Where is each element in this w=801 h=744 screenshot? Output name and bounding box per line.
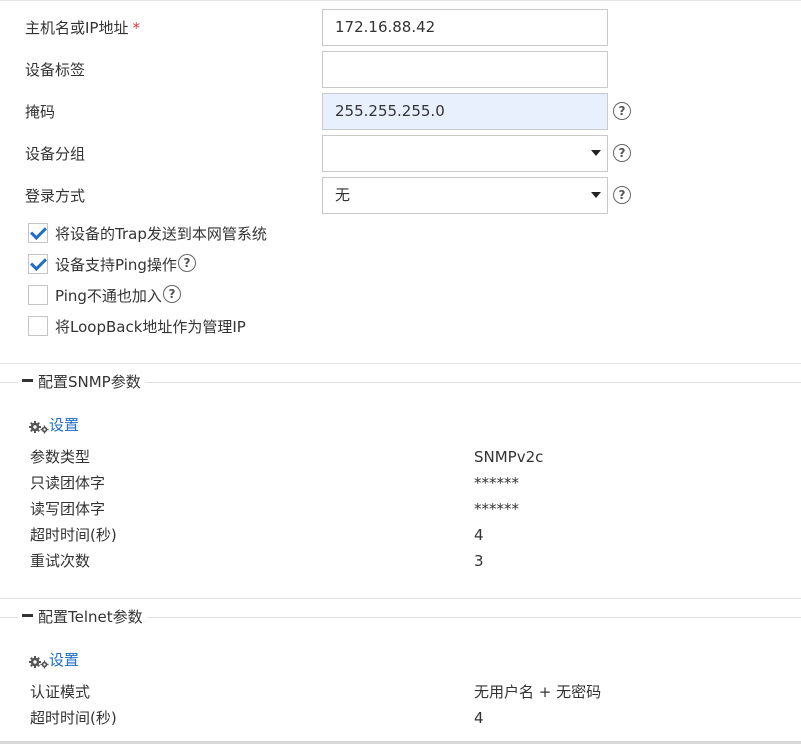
snmp-row-retries: 重试次数 3	[0, 548, 801, 574]
snmp-row-key: 参数类型	[30, 448, 91, 466]
minus-icon[interactable]	[22, 379, 33, 382]
ping-fail-add-help-icon[interactable]: ?	[162, 285, 181, 303]
snmp-row-key: 读写团体字	[30, 500, 106, 518]
divider	[0, 363, 801, 364]
login-method-help-icon[interactable]: ?	[613, 186, 631, 204]
snmp-section-title: 配置SNMP参数	[38, 373, 141, 391]
ping-support-help-icon[interactable]: ?	[177, 254, 196, 272]
host-label: 主机名或IP地址 *	[25, 19, 140, 37]
minus-icon[interactable]	[22, 614, 33, 617]
telnet-row-value: 无用户名 + 无密码	[474, 683, 602, 701]
chevron-down-icon	[591, 150, 601, 156]
ping-support-checkbox-label: 设备支持Ping操作	[55, 256, 177, 274]
mask-label: 掩码	[25, 103, 56, 121]
gear-icon	[29, 653, 49, 668]
snmp-row-write-community: 读写团体字 ******	[0, 496, 801, 522]
loopback-checkbox-label: 将LoopBack地址作为管理IP	[55, 318, 246, 336]
check-icon	[30, 254, 47, 271]
snmp-row-value: SNMPv2c	[474, 448, 544, 466]
snmp-row-key: 超时时间(秒)	[30, 526, 117, 544]
host-input[interactable]: 172.16.88.42	[322, 9, 608, 46]
snmp-section-legend[interactable]: 配置SNMP参数	[18, 370, 145, 394]
telnet-row-key: 认证模式	[30, 683, 91, 701]
ping-support-label-wrap: 设备支持Ping操作?	[55, 253, 196, 277]
loopback-checkbox[interactable]	[28, 316, 48, 336]
snmp-settings-label: 设置	[49, 416, 80, 434]
telnet-row-value: 4	[474, 709, 484, 727]
form-row-device-tag: 设备标签	[0, 51, 801, 89]
device-group-help-icon[interactable]: ?	[613, 144, 631, 162]
snmp-row-value: 3	[474, 552, 484, 570]
telnet-section-title: 配置Telnet参数	[38, 608, 143, 626]
ping-fail-add-checkbox[interactable]	[28, 285, 48, 305]
telnet-settings-link[interactable]: 设置	[29, 649, 79, 671]
snmp-row-key: 重试次数	[30, 552, 91, 570]
telnet-row-timeout: 超时时间(秒) 4	[0, 705, 801, 731]
check-icon	[30, 223, 47, 240]
form-row-mask: 掩码 255.255.255.0 ?	[0, 93, 801, 131]
telnet-settings-label: 设置	[49, 651, 80, 669]
gear-icon	[29, 418, 49, 433]
mask-help-icon[interactable]: ?	[613, 102, 631, 120]
login-method-label: 登录方式	[25, 187, 86, 205]
device-group-label: 设备分组	[25, 145, 86, 163]
snmp-settings-link[interactable]: 设置	[29, 414, 79, 436]
snmp-row-key: 只读团体字	[30, 474, 106, 492]
login-method-value: 无	[335, 186, 351, 204]
trap-checkbox[interactable]	[28, 223, 48, 243]
top-divider	[0, 0, 801, 1]
divider	[0, 598, 801, 599]
device-group-select[interactable]	[322, 135, 608, 172]
snmp-section-header[interactable]: 配置SNMP参数	[0, 370, 801, 394]
ping-support-checkbox[interactable]	[28, 254, 48, 274]
form-row-login-method: 登录方式 无 ?	[0, 177, 801, 215]
snmp-row-value: ******	[474, 500, 519, 518]
form-row-device-group: 设备分组 ?	[0, 135, 801, 173]
form-row-host: 主机名或IP地址 * 172.16.88.42	[0, 9, 801, 47]
snmp-row-value: 4	[474, 526, 484, 544]
telnet-row-key: 超时时间(秒)	[30, 709, 117, 727]
device-tag-label: 设备标签	[25, 61, 86, 79]
snmp-row-param-type: 参数类型 SNMPv2c	[0, 444, 801, 470]
trap-checkbox-label: 将设备的Trap发送到本网管系统	[55, 225, 267, 243]
snmp-row-value: ******	[474, 474, 519, 492]
chevron-down-icon	[591, 192, 601, 198]
telnet-row-auth-mode: 认证模式 无用户名 + 无密码	[0, 679, 801, 705]
mask-input[interactable]: 255.255.255.0	[322, 93, 608, 130]
required-mark: *	[132, 19, 140, 37]
ping-fail-add-checkbox-label: Ping不通也加入	[55, 287, 162, 305]
telnet-section-header[interactable]: 配置Telnet参数	[0, 605, 801, 629]
snmp-row-read-community: 只读团体字 ******	[0, 470, 801, 496]
device-tag-input[interactable]	[322, 51, 608, 88]
telnet-section-legend[interactable]: 配置Telnet参数	[18, 605, 147, 629]
login-method-select[interactable]: 无	[322, 177, 608, 214]
snmp-row-timeout: 超时时间(秒) 4	[0, 522, 801, 548]
ping-fail-add-label-wrap: Ping不通也加入?	[55, 284, 181, 308]
